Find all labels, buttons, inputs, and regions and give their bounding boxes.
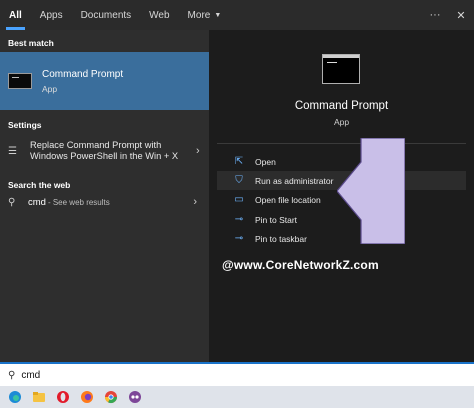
edge-icon[interactable]: [6, 388, 24, 406]
preview-panel: Command Prompt App ⇱ Open ⛉ Run as admin…: [209, 30, 474, 362]
action-label: Run as administrator: [255, 175, 334, 186]
tab-label: All: [9, 9, 22, 21]
tab-label: Web: [149, 9, 170, 21]
best-match-result[interactable]: Command Prompt App: [0, 52, 209, 110]
tab-apps[interactable]: Apps: [31, 0, 72, 30]
tab-label: Documents: [80, 9, 132, 21]
tor-browser-icon[interactable]: [126, 388, 144, 406]
pointer-arrow-icon: [337, 138, 405, 244]
folder-icon: ▭: [234, 194, 244, 205]
chevron-right-icon: ›: [196, 145, 200, 157]
more-options-button[interactable]: ···: [422, 0, 448, 30]
web-query: cmd: [28, 196, 46, 208]
watermark-text: @www.CoreNetworkZ.com: [222, 258, 379, 272]
open-icon: ⇱: [234, 156, 244, 167]
command-prompt-icon: [8, 73, 32, 89]
search-tab-bar: All Apps Documents Web More ▼ ··· ✕: [0, 0, 474, 30]
action-label: Open file location: [255, 194, 321, 205]
tab-all[interactable]: All: [0, 0, 31, 30]
result-title: Command Prompt: [42, 68, 124, 80]
settings-list-icon: ☰: [8, 145, 17, 157]
chevron-down-icon: ▼: [214, 11, 222, 19]
tab-documents[interactable]: Documents: [72, 0, 141, 30]
result-type: App: [42, 83, 58, 94]
search-icon: ⚲: [8, 196, 16, 208]
web-desc: - See web results: [47, 197, 110, 207]
preview-title: Command Prompt: [294, 100, 389, 112]
preview-subtitle: App: [333, 117, 350, 127]
best-match-heading: Best match: [8, 38, 54, 48]
action-label: Open: [255, 156, 276, 167]
setting-result[interactable]: ☰ Replace Command Prompt with Windows Po…: [0, 130, 209, 172]
search-icon: ⚲: [8, 369, 16, 381]
close-button[interactable]: ✕: [448, 0, 474, 30]
firefox-icon[interactable]: [78, 388, 96, 406]
search-box: ⚲: [0, 362, 474, 386]
file-explorer-icon[interactable]: [30, 388, 48, 406]
setting-label: Replace Command Prompt with Windows Powe…: [30, 140, 179, 161]
tab-label: Apps: [39, 9, 63, 21]
shield-icon: ⛉: [235, 175, 243, 186]
tab-web[interactable]: Web: [140, 0, 178, 30]
action-label: Pin to Start: [255, 214, 298, 225]
chrome-icon[interactable]: [102, 388, 120, 406]
results-panel: Best match Command Prompt App Settings ☰…: [0, 30, 209, 362]
command-prompt-icon: [322, 54, 360, 84]
pin-icon: ⊸: [234, 214, 244, 225]
tab-label: More: [187, 9, 211, 21]
search-input[interactable]: [21, 369, 422, 381]
opera-icon[interactable]: [54, 388, 72, 406]
action-label: Pin to taskbar: [255, 233, 307, 244]
tab-more[interactable]: More ▼: [179, 0, 231, 30]
taskbar: [0, 386, 474, 408]
windows-search-window: All Apps Documents Web More ▼ ··· ✕ Best …: [0, 0, 474, 408]
web-result[interactable]: ⚲ cmd - See web results ›: [0, 190, 209, 214]
chevron-right-icon: ›: [193, 196, 197, 208]
pin-icon: ⊸: [234, 233, 244, 244]
